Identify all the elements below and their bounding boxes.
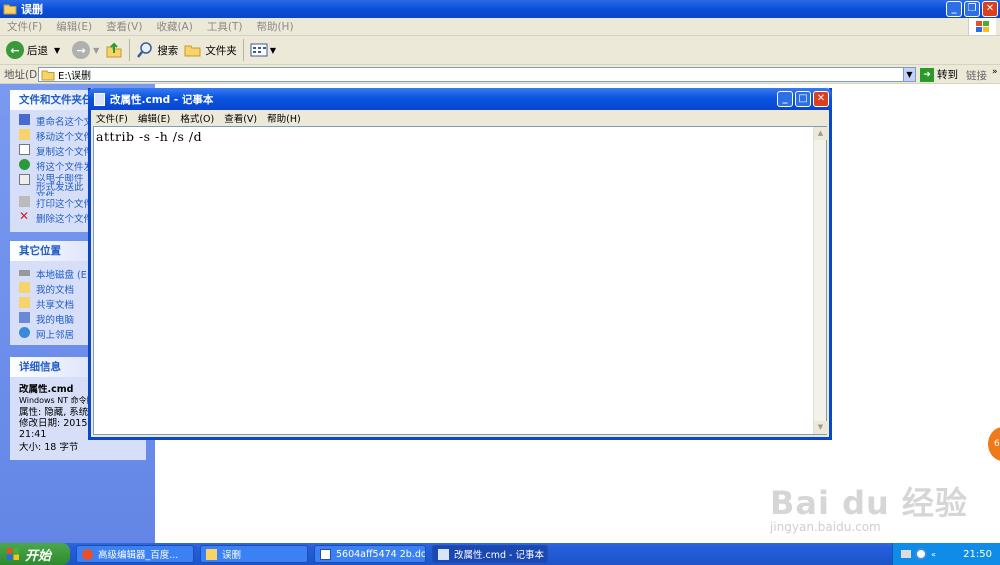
delete-x-icon: ✕: [19, 211, 30, 223]
folder-icon: [206, 548, 217, 560]
watermark-url: jingyan.baidu.com: [770, 520, 881, 534]
toolbar-separator: [129, 39, 131, 61]
chevron-down-icon: ▼: [269, 45, 276, 55]
back-arrow-icon: ←: [6, 41, 24, 59]
chevron-down-icon[interactable]: ▼: [93, 46, 99, 55]
globe-icon: [19, 159, 30, 170]
folder-icon: [41, 70, 55, 80]
np-menu-format[interactable]: 格式(O): [180, 111, 214, 125]
system-tray: « 21:50: [892, 543, 1000, 565]
views-button[interactable]: ▼: [250, 43, 276, 57]
notepad-icon: [438, 548, 449, 560]
taskbar-item-word[interactable]: 5604aff5474 2b.do...: [314, 545, 426, 563]
back-button[interactable]: ← 后退 ▼: [6, 41, 60, 59]
watermark-logo: Bai du 经验: [770, 484, 968, 522]
forward-arrow-icon: →: [72, 41, 91, 59]
taskbar-item-browser[interactable]: 高级编辑器_百度...: [76, 545, 194, 563]
keyboard-icon[interactable]: [901, 550, 911, 558]
links-button[interactable]: 链接: [966, 68, 987, 83]
notepad-icon: [94, 92, 105, 106]
menu-help[interactable]: 帮助(H): [256, 19, 293, 34]
np-menu-file[interactable]: 文件(F): [96, 111, 128, 125]
address-bar: 地址(D) E:\误删 ▼ ➜ 转到 链接 »: [0, 65, 1000, 84]
search-button[interactable]: 搜索: [136, 41, 178, 59]
explorer-menubar: 文件(F) 编辑(E) 查看(V) 收藏(A) 工具(T) 帮助(H): [0, 18, 1000, 36]
menu-tools[interactable]: 工具(T): [207, 19, 243, 34]
rename-icon: [19, 114, 30, 125]
minimize-button[interactable]: _: [946, 1, 962, 17]
network-icon: [19, 327, 30, 338]
menu-edit[interactable]: 编辑(E): [56, 19, 92, 34]
folder-icon: [19, 297, 30, 308]
tray-chevron-icon[interactable]: «: [931, 550, 936, 559]
drive-icon: [19, 270, 30, 276]
explorer-title: 误删: [21, 3, 43, 16]
notepad-title: 改属性.cmd - 记事本: [110, 93, 214, 106]
taskbar-item-explorer[interactable]: 误删: [200, 545, 308, 563]
scroll-up-icon[interactable]: ▲: [814, 127, 827, 140]
printer-icon: [19, 196, 30, 207]
word-doc-icon: [320, 548, 331, 560]
notepad-window: 改属性.cmd - 记事本 _ □ ✕ 文件(F) 编辑(E) 格式(O) 查看…: [88, 88, 832, 440]
windows-flag-icon: [7, 548, 19, 560]
chevron-down-icon[interactable]: ▼: [54, 46, 60, 55]
details-size: 大小: 18 字节: [19, 442, 79, 453]
notepad-close-button[interactable]: ✕: [813, 91, 829, 107]
forward-button[interactable]: → ▼: [66, 41, 99, 59]
notepad-titlebar[interactable]: 改属性.cmd - 记事本 _ □ ✕: [88, 88, 832, 110]
folders-button[interactable]: 文件夹: [184, 42, 237, 58]
views-icon: [250, 43, 268, 57]
windows-logo-icon: [968, 18, 996, 35]
go-arrow-icon: ➜: [920, 67, 934, 82]
up-folder-button[interactable]: [105, 41, 123, 59]
notepad-maximize-button[interactable]: □: [795, 91, 811, 107]
vertical-scrollbar[interactable]: ▲ ▼: [813, 127, 827, 434]
baidu-watermark: Bai du 经验 jingyan.baidu.com: [770, 478, 968, 534]
folder-icon: [3, 4, 17, 15]
folder-icon: [184, 45, 201, 57]
browser-icon: [82, 548, 93, 560]
clock[interactable]: 21:50: [963, 549, 992, 560]
np-menu-help[interactable]: 帮助(H): [267, 111, 301, 125]
address-input[interactable]: E:\误删: [38, 67, 916, 82]
notepad-minimize-button[interactable]: _: [777, 91, 793, 107]
restore-button[interactable]: ❐: [964, 1, 980, 17]
toolbar-separator: [242, 39, 244, 61]
chevron-right-icon[interactable]: »: [992, 67, 998, 77]
menu-view[interactable]: 查看(V): [106, 19, 142, 34]
scroll-down-icon[interactable]: ▼: [814, 421, 827, 434]
floating-badge[interactable]: 66: [988, 427, 1000, 461]
np-menu-edit[interactable]: 编辑(E): [138, 111, 170, 125]
email-icon: [19, 174, 30, 185]
start-button[interactable]: 开始: [0, 543, 70, 565]
menu-file[interactable]: 文件(F): [7, 19, 42, 34]
taskbar: 开始 高级编辑器_百度... 误删 5604aff5474 2b.do... 改…: [0, 543, 1000, 565]
search-icon: [137, 42, 153, 58]
explorer-titlebar[interactable]: 误删 _ ❐ ✕: [0, 0, 1000, 18]
goto-button[interactable]: ➜ 转到: [920, 67, 958, 82]
computer-icon: [19, 312, 30, 323]
address-dropdown-button[interactable]: ▼: [903, 67, 916, 82]
address-value: E:\误删: [58, 71, 92, 82]
documents-icon: [19, 282, 30, 293]
copy-icon: [19, 144, 30, 155]
explorer-toolbar: ← 后退 ▼ → ▼ 搜索 文件夹 ▼: [0, 36, 1000, 65]
notepad-content: attrib -s -h /s /d: [96, 129, 203, 144]
np-menu-view[interactable]: 查看(V): [224, 111, 257, 125]
taskbar-item-notepad[interactable]: 改属性.cmd - 记事本: [432, 545, 548, 563]
address-label: 地址(D): [4, 68, 42, 81]
notepad-menubar: 文件(F) 编辑(E) 格式(O) 查看(V) 帮助(H): [91, 110, 829, 126]
move-icon: [19, 129, 30, 140]
close-button[interactable]: ✕: [982, 1, 998, 17]
notepad-text-area[interactable]: attrib -s -h /s /d ▲ ▼: [93, 126, 827, 435]
menu-favorites[interactable]: 收藏(A): [156, 19, 192, 34]
up-folder-icon: [106, 42, 122, 58]
network-status-icon[interactable]: [915, 548, 927, 560]
